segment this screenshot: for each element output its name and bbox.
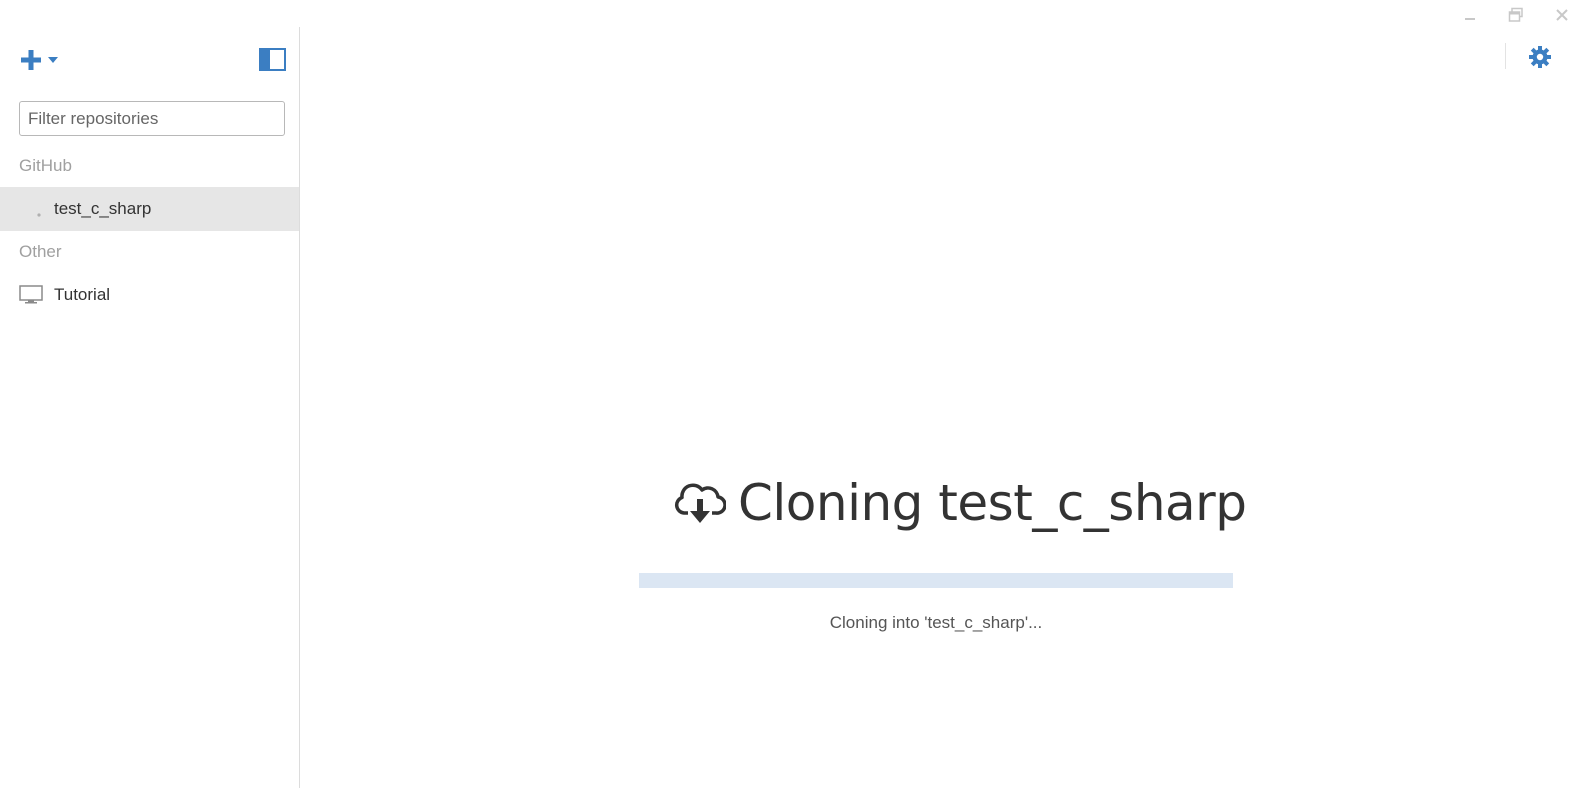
repo-label: test_c_sharp bbox=[54, 199, 152, 218]
sidebar-toggle-button[interactable] bbox=[259, 48, 286, 71]
page-title: Cloning test_c_sharp bbox=[738, 474, 1247, 532]
section-header-other: Other bbox=[19, 242, 62, 261]
restore-button[interactable] bbox=[1493, 4, 1539, 26]
repo-item-tutorial[interactable]: Tutorial bbox=[0, 273, 299, 317]
filter-repositories-input[interactable] bbox=[19, 101, 285, 136]
restore-icon bbox=[1508, 7, 1523, 22]
sidebar-divider bbox=[299, 27, 300, 788]
minimize-button[interactable] bbox=[1447, 4, 1493, 26]
chevron-down-icon bbox=[48, 57, 58, 63]
plus-icon bbox=[21, 50, 41, 70]
repo-item-test-c-sharp[interactable]: test_c_sharp bbox=[0, 187, 299, 231]
minimize-icon bbox=[1465, 18, 1475, 20]
gear-icon bbox=[1529, 46, 1551, 68]
cloud-download-icon bbox=[675, 483, 726, 523]
settings-button[interactable] bbox=[1527, 44, 1553, 70]
close-icon bbox=[1556, 9, 1568, 21]
toolbar-divider bbox=[1505, 43, 1506, 69]
monitor-icon bbox=[19, 281, 43, 305]
sidebar-toggle-icon bbox=[259, 48, 286, 71]
spinner-icon bbox=[19, 195, 43, 219]
clone-progress-bar bbox=[639, 573, 1233, 588]
sidebar: GitHub test_c_sharp Other Tutorial bbox=[0, 0, 299, 788]
clone-status-text: Cloning into 'test_c_sharp'... bbox=[829, 613, 1043, 632]
repo-label: Tutorial bbox=[54, 285, 111, 304]
section-header-github: GitHub bbox=[19, 156, 72, 175]
window-controls bbox=[1447, 4, 1585, 26]
clone-heading: Cloning test_c_sharp bbox=[674, 470, 1247, 536]
add-repository-button[interactable] bbox=[19, 47, 63, 73]
close-button[interactable] bbox=[1539, 4, 1585, 26]
